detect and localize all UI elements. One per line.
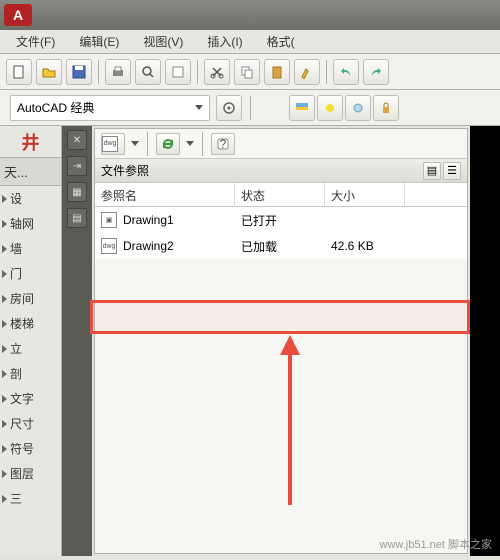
menu-format[interactable]: 格式( bbox=[257, 31, 305, 52]
watermark: www.jb51.net 脚本之家 bbox=[380, 536, 492, 552]
table-row[interactable]: dwgDrawing2 已加载 42.6 KB bbox=[95, 233, 467, 259]
menu-insert[interactable]: 插入(I) bbox=[197, 31, 252, 52]
cut-button[interactable] bbox=[204, 59, 230, 85]
tree-item[interactable]: 门 bbox=[0, 261, 61, 286]
tree-item[interactable]: 设 bbox=[0, 186, 61, 211]
copy-button[interactable] bbox=[234, 59, 260, 85]
dwg-icon: ▣ bbox=[101, 212, 117, 228]
panel1-icon[interactable]: ▦ bbox=[67, 182, 87, 202]
hatch-icon[interactable]: 井 bbox=[22, 129, 40, 155]
print-button[interactable] bbox=[105, 59, 131, 85]
menu-file[interactable]: 文件(F) bbox=[6, 31, 65, 52]
menu-edit[interactable]: 编辑(E) bbox=[69, 31, 129, 52]
list-view-button[interactable]: ▤ bbox=[423, 162, 441, 180]
app-logo: A bbox=[4, 4, 32, 26]
match-button[interactable] bbox=[294, 59, 320, 85]
menu-view[interactable]: 视图(V) bbox=[133, 31, 193, 52]
menu-bar: 文件(F) 编辑(E) 视图(V) 插入(I) 格式( bbox=[0, 30, 500, 54]
tree-item[interactable]: 文字 bbox=[0, 386, 61, 411]
left-tab[interactable]: 天... bbox=[0, 158, 61, 186]
col-size[interactable]: 大小 bbox=[325, 183, 405, 207]
attach-button[interactable]: dwg bbox=[101, 133, 125, 155]
xref-panel: dwg ? 文件参照 ▤ ☰ 参照名 状态 大小 bbox=[94, 128, 468, 554]
col-status[interactable]: 状态 bbox=[235, 183, 325, 207]
help-button[interactable]: ? bbox=[211, 133, 235, 155]
left-sidebar: 井 天... 设 轴网 墙 门 房间 楼梯 立 剖 文字 尺寸 符号 图层 三 bbox=[0, 126, 62, 556]
tree-list: 设 轴网 墙 门 房间 楼梯 立 剖 文字 尺寸 符号 图层 三 bbox=[0, 186, 61, 556]
panel-title: 文件参照 bbox=[101, 162, 149, 179]
workspace-row: AutoCAD 经典 bbox=[0, 90, 500, 126]
workspace-dropdown[interactable]: AutoCAD 经典 bbox=[10, 95, 210, 121]
close-icon[interactable]: ✕ bbox=[67, 130, 87, 150]
layer-on-button[interactable] bbox=[317, 95, 343, 121]
canvas-area[interactable] bbox=[470, 126, 500, 556]
new-button[interactable] bbox=[6, 59, 32, 85]
tree-item[interactable]: 墙 bbox=[0, 236, 61, 261]
tree-item[interactable]: 轴网 bbox=[0, 211, 61, 236]
chevron-down-icon[interactable] bbox=[131, 141, 139, 146]
panel2-icon[interactable]: ▤ bbox=[67, 208, 87, 228]
layer-properties-button[interactable] bbox=[289, 95, 315, 121]
tree-item[interactable]: 符号 bbox=[0, 436, 61, 461]
dwg-icon: dwg bbox=[101, 238, 117, 254]
layer-lock-button[interactable] bbox=[373, 95, 399, 121]
workspace-label: AutoCAD 经典 bbox=[17, 99, 94, 116]
tree-item[interactable]: 三 bbox=[0, 486, 61, 511]
palette-strip: ✕ ⇥ ▦ ▤ bbox=[62, 126, 92, 556]
table-row[interactable]: ▣Drawing1 已打开 bbox=[95, 207, 467, 233]
paste-button[interactable] bbox=[264, 59, 290, 85]
tree-item[interactable]: 立 bbox=[0, 336, 61, 361]
standard-toolbar bbox=[0, 54, 500, 90]
chevron-down-icon bbox=[195, 105, 203, 110]
undo-button[interactable] bbox=[333, 59, 359, 85]
layer-freeze-button[interactable] bbox=[345, 95, 371, 121]
tree-item[interactable]: 尺寸 bbox=[0, 411, 61, 436]
preview-button[interactable] bbox=[135, 59, 161, 85]
tree-item[interactable]: 楼梯 bbox=[0, 311, 61, 336]
tree-item[interactable]: 剖 bbox=[0, 361, 61, 386]
publish-button[interactable] bbox=[165, 59, 191, 85]
open-button[interactable] bbox=[36, 59, 62, 85]
col-name[interactable]: 参照名 bbox=[95, 183, 235, 207]
tree-view-button[interactable]: ☰ bbox=[443, 162, 461, 180]
tree-item[interactable]: 房间 bbox=[0, 286, 61, 311]
refresh-button[interactable] bbox=[156, 133, 180, 155]
chevron-down-icon[interactable] bbox=[186, 141, 194, 146]
redo-button[interactable] bbox=[363, 59, 389, 85]
svg-text:?: ? bbox=[220, 137, 227, 151]
save-button[interactable] bbox=[66, 59, 92, 85]
pin-icon[interactable]: ⇥ bbox=[67, 156, 87, 176]
workspace-settings-button[interactable] bbox=[216, 95, 242, 121]
column-headers: 参照名 状态 大小 bbox=[95, 183, 467, 207]
tree-item[interactable]: 图层 bbox=[0, 461, 61, 486]
